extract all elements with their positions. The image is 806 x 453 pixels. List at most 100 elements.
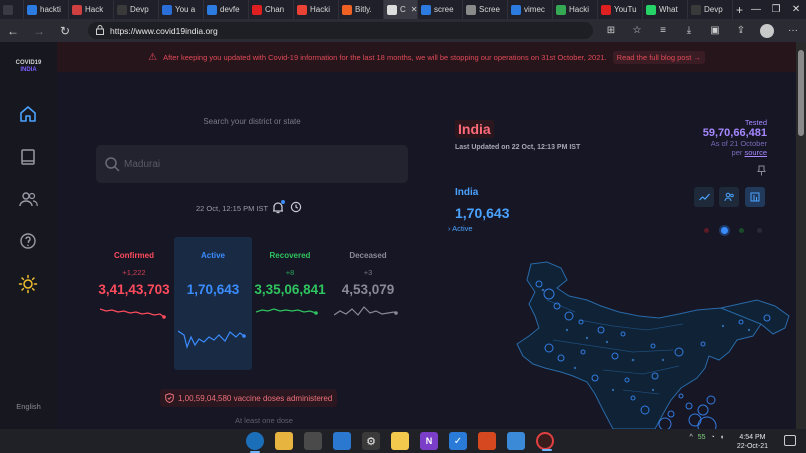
history-icon[interactable] bbox=[290, 201, 302, 213]
wifi-icon[interactable]: ◔ bbox=[711, 434, 715, 441]
chevron-up-icon[interactable]: ^ bbox=[689, 434, 692, 441]
stat-value: 3,41,43,703 bbox=[98, 282, 170, 297]
users-icon[interactable] bbox=[18, 189, 38, 209]
onenote-taskbar-icon[interactable]: N bbox=[420, 432, 438, 450]
forward-icon[interactable]: → bbox=[26, 24, 52, 38]
add-favorite-icon[interactable]: ☆ bbox=[624, 25, 650, 36]
browser-tab[interactable] bbox=[0, 0, 24, 19]
browser-tab[interactable]: Hacki bbox=[553, 0, 598, 19]
shield-check-icon bbox=[165, 393, 174, 403]
new-tab-icon[interactable]: + bbox=[733, 0, 746, 19]
browser-tab[interactable]: vimec bbox=[508, 0, 553, 19]
browser-tab-label: Hack bbox=[85, 5, 104, 14]
source-link[interactable]: source bbox=[744, 148, 767, 157]
maximize-icon[interactable]: ❐ bbox=[766, 4, 786, 15]
metric-dot-deceased[interactable] bbox=[757, 228, 762, 233]
url-field[interactable]: https://www.covid19india.org bbox=[88, 22, 593, 39]
clock[interactable]: 4:54 PM 22-Oct-21 bbox=[737, 433, 768, 451]
search-box[interactable] bbox=[96, 145, 408, 183]
last-updated: Last Updated on 22 Oct, 12:13 PM IST bbox=[455, 144, 581, 151]
bitly-icon bbox=[342, 4, 352, 15]
collections-icon[interactable]: ▣ bbox=[702, 25, 728, 36]
metric-dot-active[interactable] bbox=[721, 227, 728, 234]
browser-tab[interactable]: C ✕ bbox=[384, 0, 418, 19]
sparkline-endpoint bbox=[242, 334, 246, 338]
browser-tab[interactable]: Devp bbox=[688, 0, 733, 19]
browser-tab[interactable]: YouTu bbox=[598, 0, 643, 19]
edge-taskbar-icon[interactable] bbox=[246, 432, 264, 453]
file-explorer-taskbar-icon[interactable] bbox=[275, 432, 293, 450]
metric-dot-recovered[interactable] bbox=[739, 228, 744, 233]
stat-card-confirmed[interactable]: Confirmed +1,222 3,41,43,703 bbox=[96, 237, 172, 370]
mail-taskbar-icon[interactable] bbox=[333, 432, 351, 450]
browser-tab[interactable]: Scree bbox=[463, 0, 508, 19]
store-taskbar-icon[interactable] bbox=[304, 432, 322, 450]
browser-tab[interactable]: Hack bbox=[69, 0, 114, 19]
browser-tab-label: vimec bbox=[524, 5, 545, 14]
google-drive-icon bbox=[556, 4, 566, 15]
photos-taskbar-icon[interactable] bbox=[507, 432, 525, 450]
minimize-icon[interactable]: — bbox=[746, 4, 766, 15]
book-icon[interactable] bbox=[18, 147, 38, 167]
tested-as-of: As of 21 October bbox=[710, 139, 767, 148]
office-taskbar-icon[interactable] bbox=[478, 432, 496, 450]
region-metric-label[interactable]: › Active bbox=[448, 224, 473, 233]
profile-avatar[interactable] bbox=[760, 23, 774, 38]
apps-icon[interactable]: ⊞ bbox=[598, 25, 624, 36]
stat-card-deceased[interactable]: Deceased +3 4,53,079 bbox=[330, 237, 406, 370]
todo-taskbar-icon[interactable]: ✓ bbox=[449, 432, 467, 450]
more-menu-icon[interactable]: ··· bbox=[780, 25, 806, 36]
help-icon[interactable] bbox=[18, 231, 38, 251]
back-icon[interactable]: ← bbox=[0, 24, 26, 38]
browser-tab[interactable]: Devp bbox=[114, 0, 159, 19]
trend-view-button[interactable] bbox=[694, 187, 714, 207]
close-tab-icon[interactable]: ✕ bbox=[411, 5, 417, 14]
browser-tab[interactable]: scree bbox=[418, 0, 463, 19]
notification-center-icon[interactable] bbox=[784, 435, 796, 446]
sun-theme-icon[interactable] bbox=[18, 274, 38, 294]
site-s-icon bbox=[162, 4, 172, 15]
battery-percent[interactable]: 55 bbox=[698, 434, 706, 441]
logo[interactable]: COVID19 INDIA bbox=[0, 60, 57, 74]
bing-icon bbox=[207, 4, 217, 15]
language-selector[interactable]: English bbox=[0, 402, 57, 411]
home-icon[interactable] bbox=[18, 104, 38, 124]
stat-name: Deceased bbox=[349, 251, 387, 260]
favorites-icon[interactable]: ≡ bbox=[650, 25, 676, 36]
browser-tab[interactable]: You a bbox=[159, 0, 204, 19]
address-bar: ← → ↻ https://www.covid19india.org ⊞ ☆ ≡… bbox=[0, 19, 806, 42]
downloads-icon[interactable]: ⤓ bbox=[676, 25, 702, 36]
banner-text: After keeping you updated with Covid-19 … bbox=[163, 52, 607, 62]
stat-card-active[interactable]: Active 1,70,643 bbox=[174, 237, 252, 370]
search-input[interactable] bbox=[124, 153, 394, 175]
stat-card-recovered[interactable]: Recovered +8 3,35,06,841 bbox=[252, 237, 328, 370]
blog-post-link[interactable]: Read the full blog post → bbox=[612, 50, 705, 64]
browser-tab[interactable]: Chan bbox=[249, 0, 294, 19]
web-content: ⚠ After keeping you updated with Covid-1… bbox=[0, 42, 796, 429]
windows-taskbar: ⚙ N ✓ ^ 55 ◔ ◖ 4:54 PM 22-Oct-21 bbox=[0, 429, 806, 453]
share-icon[interactable]: ⇪ bbox=[728, 25, 754, 36]
metric-dot-confirmed[interactable] bbox=[704, 228, 709, 233]
settings-taskbar-icon[interactable]: ⚙ bbox=[362, 432, 380, 450]
browser-tab[interactable]: Bitly. bbox=[339, 0, 384, 19]
browser-tab[interactable]: What bbox=[643, 0, 688, 19]
page-scrollbar[interactable] bbox=[796, 42, 806, 429]
browser-tab[interactable]: Hacki bbox=[294, 0, 339, 19]
per-capita-button[interactable] bbox=[719, 187, 739, 207]
browser-tab[interactable]: hackti bbox=[24, 0, 69, 19]
recorder-taskbar-icon[interactable] bbox=[536, 432, 554, 451]
sticky-notes-taskbar-icon[interactable] bbox=[391, 432, 409, 450]
close-window-icon[interactable]: ✕ bbox=[786, 4, 806, 15]
refresh-icon[interactable]: ↻ bbox=[52, 24, 78, 38]
pin-icon[interactable] bbox=[757, 165, 766, 176]
page-icon bbox=[466, 4, 476, 15]
scrollbar-thumb[interactable] bbox=[798, 50, 804, 136]
india-map[interactable] bbox=[483, 260, 795, 429]
volume-icon[interactable]: ◖ bbox=[720, 434, 724, 441]
stat-delta: +1,222 bbox=[122, 268, 146, 277]
search-icon bbox=[105, 157, 120, 172]
browser-tab[interactable]: devfe bbox=[204, 0, 249, 19]
map-view-button[interactable] bbox=[745, 187, 765, 207]
youtube-icon bbox=[252, 4, 262, 15]
tested-panel: Tested 59,70,66,481 As of 21 October per… bbox=[703, 118, 767, 157]
